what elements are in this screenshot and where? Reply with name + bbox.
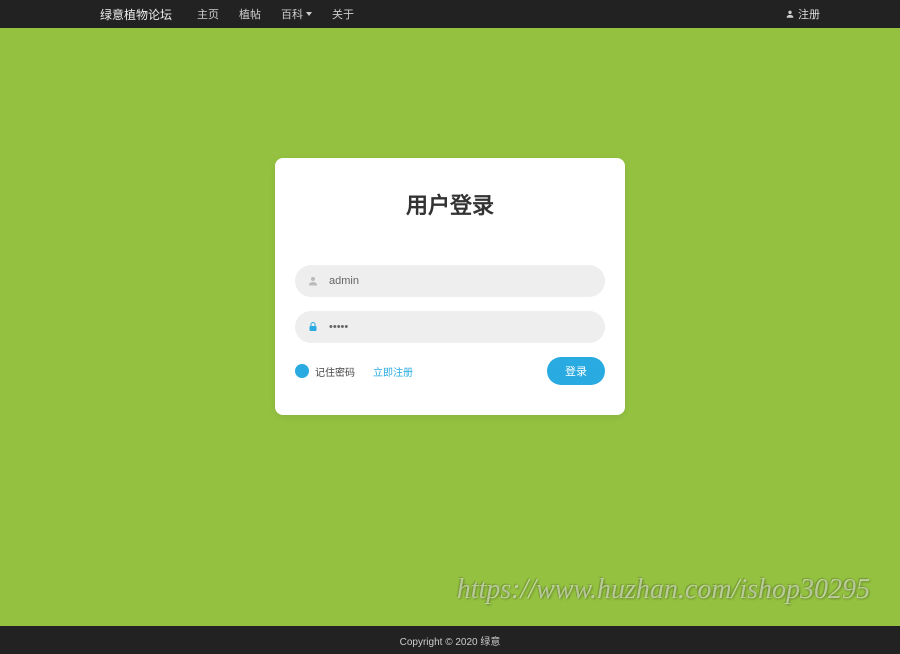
- navbar: 绿意植物论坛 主页 植帖 百科 关于 注册: [0, 0, 900, 28]
- login-card: 用户登录 记住密码 立即注册 登录: [275, 158, 625, 415]
- nav-about[interactable]: 关于: [332, 6, 354, 22]
- login-button[interactable]: 登录: [547, 357, 605, 385]
- login-title: 用户登录: [295, 188, 605, 220]
- password-input[interactable]: [329, 321, 593, 333]
- navbar-brand[interactable]: 绿意植物论坛: [100, 6, 172, 23]
- lock-icon: [307, 321, 319, 333]
- username-field-wrap: [295, 265, 605, 297]
- nav-home[interactable]: 主页: [197, 6, 219, 22]
- nav-wiki[interactable]: 百科: [281, 6, 312, 22]
- main-area: 用户登录 记住密码 立即注册 登录 https://www.huzhan.com…: [0, 28, 900, 626]
- footer: Copyright © 2020 绿意: [0, 626, 900, 654]
- footer-copyright: Copyright © 2020 绿意: [400, 633, 501, 648]
- user-icon: [307, 275, 319, 287]
- remember-checkbox[interactable]: [295, 364, 309, 378]
- watermark-text: https://www.huzhan.com/ishop30295: [457, 574, 870, 606]
- user-icon: [785, 9, 795, 19]
- form-actions-row: 记住密码 立即注册 登录: [295, 357, 605, 385]
- username-input[interactable]: [329, 275, 593, 287]
- register-link[interactable]: 立即注册: [373, 364, 413, 379]
- password-field-wrap: [295, 311, 605, 343]
- nav-register[interactable]: 注册: [785, 6, 820, 22]
- nav-wiki-label: 百科: [281, 6, 303, 22]
- nav-register-label: 注册: [798, 6, 820, 22]
- remember-label: 记住密码: [315, 364, 355, 379]
- nav-posts[interactable]: 植帖: [239, 6, 261, 22]
- chevron-down-icon: [306, 12, 312, 16]
